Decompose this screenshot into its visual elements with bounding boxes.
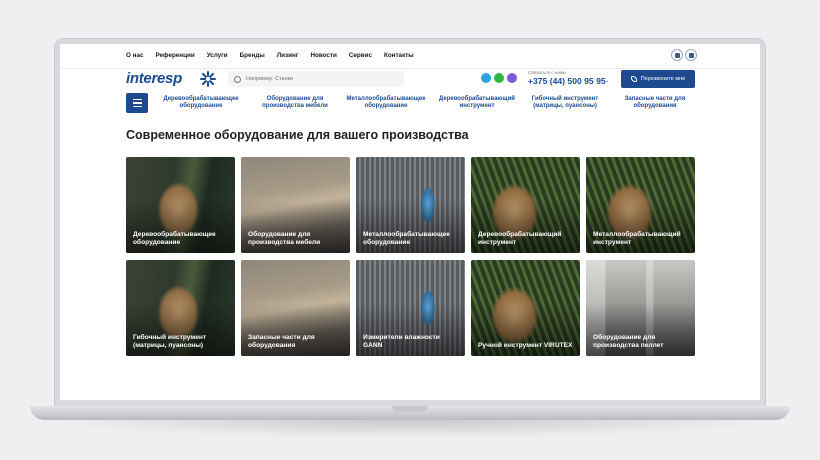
- category-link-furniture-equipment[interactable]: Оборудование для производства мебели: [258, 96, 332, 110]
- phone-icon: [630, 76, 637, 82]
- top-bar: О нас Референции Услуги Бренды Лизинг Но…: [60, 44, 760, 69]
- category-card-label: Запасные части для оборудования: [248, 334, 315, 349]
- nav-link-references[interactable]: Референции: [155, 52, 194, 59]
- whatsapp-icon[interactable]: [494, 73, 504, 83]
- menu-icon: [132, 99, 142, 101]
- category-card[interactable]: Оборудование для производства пеллет: [586, 260, 695, 356]
- website-screen: О нас Референции Услуги Бренды Лизинг Но…: [60, 44, 760, 400]
- search-box[interactable]: [228, 71, 404, 87]
- laptop-notch: [392, 406, 428, 412]
- category-card[interactable]: Гибочный инструмент (матрицы, пуансоны): [126, 260, 235, 356]
- callback-button-label: Перезвоните мне: [640, 76, 686, 82]
- category-card-label: Металлообрабатывающее оборудование: [363, 231, 450, 246]
- nav-link-news[interactable]: Новости: [310, 52, 336, 59]
- top-navigation: О нас Референции Услуги Бренды Лизинг Но…: [126, 52, 426, 59]
- phone-number[interactable]: +375 (44) 500 95 95: [528, 76, 606, 86]
- category-card[interactable]: Деревообрабатывающее оборудование: [126, 157, 235, 253]
- category-link-spare-parts[interactable]: Запасные части для оборудования: [618, 96, 692, 110]
- category-card-label: Измерители влажности GANN: [363, 334, 440, 349]
- category-grid: Деревообрабатывающее оборудование Оборуд…: [126, 157, 695, 356]
- category-link-woodworking-equipment[interactable]: Деревообрабатывающее оборудование: [160, 96, 242, 110]
- category-card[interactable]: Запасные части для оборудования: [241, 260, 350, 356]
- site-logo[interactable]: interesp: [126, 70, 182, 87]
- category-card-label: Оборудование для производства мебели: [248, 231, 321, 246]
- category-link-woodworking-tools[interactable]: Деревообрабатывающий инструмент: [433, 96, 521, 110]
- youtube-icon[interactable]: [685, 49, 697, 61]
- category-card-label: Оборудование для производства пеллет: [593, 334, 664, 349]
- contact-caption: Связаться с нами: [528, 70, 566, 75]
- nav-link-service[interactable]: Сервис: [349, 52, 372, 59]
- telegram-icon[interactable]: [481, 73, 491, 83]
- nav-link-about[interactable]: О нас: [126, 52, 143, 59]
- category-card-label: Металлообрабатывающий инструмент: [593, 231, 681, 246]
- page-title: Современное оборудование для вашего прои…: [126, 128, 469, 142]
- nav-link-services[interactable]: Услуги: [207, 52, 228, 59]
- category-card[interactable]: Деревообрабатывающий инструмент: [471, 157, 580, 253]
- instagram-icon[interactable]: [671, 49, 683, 61]
- catalog-menu-button[interactable]: [126, 93, 148, 113]
- category-card-label: Гибочный инструмент (матрицы, пуансоны): [133, 334, 207, 349]
- category-card[interactable]: Ручной инструмент VIRUTEX: [471, 260, 580, 356]
- category-link-bending-tools[interactable]: Гибочный инструмент (матрицы, пуансоны): [528, 96, 602, 110]
- category-link-metalworking-equipment[interactable]: Металлообрабатывающее оборудование: [343, 96, 429, 110]
- category-card-label: Деревообрабатывающий инструмент: [478, 231, 562, 246]
- callback-button[interactable]: Перезвоните мне: [621, 70, 695, 88]
- category-card[interactable]: Оборудование для производства мебели: [241, 157, 350, 253]
- search-input[interactable]: [246, 76, 396, 82]
- nav-link-leasing[interactable]: Лизинг: [277, 52, 299, 59]
- search-icon: [234, 75, 241, 83]
- category-card[interactable]: Металлообрабатывающее оборудование: [356, 157, 465, 253]
- viber-icon[interactable]: [507, 73, 517, 83]
- category-card[interactable]: Измерители влажности GANN: [356, 260, 465, 356]
- nav-link-brands[interactable]: Бренды: [240, 52, 265, 59]
- category-card-label: Ручной инструмент VIRUTEX: [478, 342, 573, 349]
- logo-star-icon: [200, 71, 216, 87]
- category-card[interactable]: Металлообрабатывающий инструмент: [586, 157, 695, 253]
- nav-link-contacts[interactable]: Контакты: [384, 52, 414, 59]
- chevron-down-icon[interactable]: ⌄: [605, 78, 609, 84]
- category-card-label: Деревообрабатывающее оборудование: [133, 231, 216, 246]
